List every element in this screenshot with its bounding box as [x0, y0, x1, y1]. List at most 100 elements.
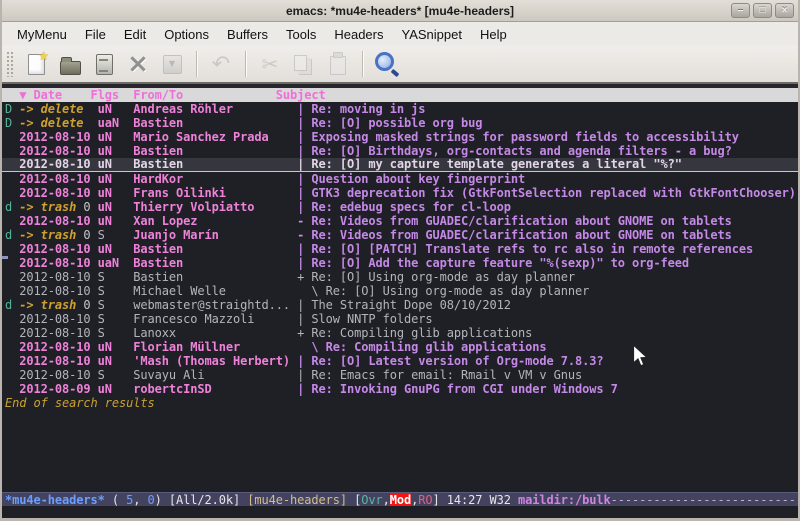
row-text: | Re: [O] Latest version of Org-mode 7.8…: [297, 354, 603, 368]
message-row[interactable]: 2012-08-10 uN Mario Sanchez Prada | Expo…: [2, 130, 798, 144]
toolbar: [2, 46, 798, 84]
menu-item-options[interactable]: Options: [155, 24, 218, 45]
mode-line-segment: Ovr: [361, 493, 382, 506]
message-row[interactable]: 2012-08-09 uN robertcInSD | Re: Invoking…: [2, 382, 798, 396]
window-title: emacs: *mu4e-headers* [mu4e-headers]: [286, 4, 514, 18]
row-text: 2012-08-10 S Lanoxx + Re: Compiling glib…: [5, 326, 532, 340]
save-icon: [157, 49, 187, 79]
row-text: d: [5, 228, 19, 242]
row-text: | Re: edebug specs for cl-loop: [297, 200, 511, 214]
mode-line[interactable]: *mu4e-headers* ( 5, 0) [All/2.0k] [mu4e-…: [2, 492, 798, 506]
row-text: Bastien: [133, 144, 297, 158]
message-row[interactable]: 2012-08-10 uN Frans Oilinki | GTK3 depre…: [2, 186, 798, 200]
row-text: 2012-08-09 uN: [5, 382, 133, 396]
row-text: | Re: [O] possible org bug: [297, 116, 482, 130]
message-row[interactable]: d -> trash 0 S webmaster@straightd... | …: [2, 298, 798, 312]
row-text: - Re: Videos from GUADEC/clarification a…: [297, 214, 732, 228]
open-folder-icon[interactable]: [55, 49, 85, 79]
message-row[interactable]: 2012-08-10 uN Florian Müllner \ Re: Comp…: [2, 340, 798, 354]
message-row[interactable]: 2012-08-10 S Francesco Mazzoli | Slow NN…: [2, 312, 798, 326]
message-list: D -> delete uN Andreas Röhler | Re: movi…: [2, 102, 798, 396]
empty-buffer-space: [2, 410, 798, 492]
menu-item-headers[interactable]: Headers: [325, 24, 392, 45]
mode-line-segment: ) [All/2.0k]: [155, 493, 248, 506]
fringe-cursor-indicator: [2, 256, 8, 259]
copy-icon: [289, 49, 319, 79]
menu-item-file[interactable]: File: [76, 24, 115, 45]
row-text: 2012-08-10 uN: [5, 186, 133, 200]
mode-line-segment: [: [347, 493, 361, 506]
row-text: d: [5, 298, 19, 312]
menu-bar: MyMenuFileEditOptionsBuffersToolsHeaders…: [2, 22, 798, 46]
row-text: | GTK3 deprecation fix (GtkFontSelection…: [297, 186, 796, 200]
row-text: 2012-08-10 S Francesco Mazzoli | Slow NN…: [5, 312, 432, 326]
title-bar[interactable]: emacs: *mu4e-headers* [mu4e-headers] –□×: [2, 0, 798, 22]
mode-line-segment: [mu4e-headers]: [247, 493, 347, 506]
row-text: 0: [83, 200, 90, 214]
row-text: d: [5, 200, 19, 214]
message-row[interactable]: D -> delete uN Andreas Röhler | Re: movi…: [2, 102, 798, 116]
row-text: Juanjo Marín: [133, 228, 297, 242]
row-text: | Re: Invoking GnuPG from CGI under Wind…: [297, 382, 618, 396]
row-text: 2012-08-10 uN: [5, 354, 133, 368]
menu-item-yasnippet[interactable]: YASnippet: [392, 24, 470, 45]
new-file-icon[interactable]: [21, 49, 51, 79]
cut-icon: [255, 49, 285, 79]
menu-item-tools[interactable]: Tools: [277, 24, 325, 45]
row-text: | Re: [O] Add the capture feature "%(sex…: [297, 256, 689, 270]
toolbar-separator: [362, 51, 363, 77]
mode-line-segment: Mod: [390, 493, 411, 506]
row-text: 2012-08-10 uN: [5, 130, 133, 144]
message-row[interactable]: 2012-08-10 S Lanoxx + Re: Compiling glib…: [2, 326, 798, 340]
row-text: 2012-08-10 uN: [5, 144, 133, 158]
row-text: Xan Lopez: [133, 214, 297, 228]
mode-line-segment: maildir:/bulk: [518, 493, 611, 506]
mode-line-segment: ] 14:27 W32: [433, 493, 519, 506]
row-text: 2012-08-10 uaN: [5, 256, 133, 270]
row-text: -> trash: [19, 228, 83, 242]
toolbar-grip-handle[interactable]: [6, 51, 15, 77]
message-row[interactable]: 2012-08-10 uN Bastien | Re: [O] Birthday…: [2, 144, 798, 158]
menu-item-help[interactable]: Help: [471, 24, 516, 45]
file-cabinet-icon[interactable]: [89, 49, 119, 79]
row-text: | Re: [O] [PATCH] Translate refs to rc a…: [297, 242, 753, 256]
close-buffer-icon[interactable]: [123, 49, 153, 79]
toolbar-separator: [196, 51, 197, 77]
minimize-button[interactable]: –: [731, 3, 750, 18]
row-text: S webmaster@straightd... | The Straight …: [91, 298, 511, 312]
message-row-current[interactable]: 2012-08-10 uN Bastien | Re: [O] my captu…: [2, 158, 798, 172]
message-row[interactable]: d -> trash 0 uN Thierry Volpiatto | Re: …: [2, 200, 798, 214]
undo-icon: [206, 49, 236, 79]
message-row[interactable]: D -> delete uaN Bastien | Re: [O] possib…: [2, 116, 798, 130]
message-row[interactable]: 2012-08-10 S Michael Welle \ Re: [O] Usi…: [2, 284, 798, 298]
row-text: -> trash: [19, 200, 83, 214]
message-row[interactable]: 2012-08-10 uN HardKor | Question about k…: [2, 172, 798, 186]
message-row[interactable]: d -> trash 0 S Juanjo Marín - Re: Videos…: [2, 228, 798, 242]
menu-item-edit[interactable]: Edit: [115, 24, 155, 45]
message-row[interactable]: 2012-08-10 uaN Bastien | Re: [O] Add the…: [2, 256, 798, 270]
menu-item-mymenu[interactable]: MyMenu: [8, 24, 76, 45]
row-text: \ Re: Compiling glib applications: [297, 340, 546, 354]
row-text: Andreas Röhler: [133, 102, 297, 116]
close-button[interactable]: ×: [775, 3, 794, 18]
row-text: D: [5, 116, 19, 130]
row-text: 2012-08-10 S Suvayu Ali | Re: Emacs for …: [5, 368, 582, 382]
row-text: -> delete: [19, 116, 90, 130]
message-row[interactable]: 2012-08-10 S Bastien + Re: [O] Using org…: [2, 270, 798, 284]
message-row[interactable]: 2012-08-10 uN 'Mash (Thomas Herbert) | R…: [2, 354, 798, 368]
message-row[interactable]: 2012-08-10 uN Xan Lopez - Re: Videos fro…: [2, 214, 798, 228]
message-row[interactable]: 2012-08-10 uN Bastien | Re: [O] [PATCH] …: [2, 242, 798, 256]
mode-line-segment: (: [105, 493, 126, 506]
row-text: Florian Müllner: [133, 340, 297, 354]
row-text: 0: [83, 298, 90, 312]
menu-item-buffers[interactable]: Buffers: [218, 24, 277, 45]
maximize-button[interactable]: □: [753, 3, 772, 18]
row-text: | Exposing masked strings for password f…: [297, 130, 739, 144]
column-header-line[interactable]: ▼ Date Flgs From/To Subject: [2, 88, 798, 102]
toolbar-separator: [245, 51, 246, 77]
message-row[interactable]: 2012-08-10 S Suvayu Ali | Re: Emacs for …: [2, 368, 798, 382]
echo-area[interactable]: [2, 506, 798, 518]
window-controls: –□×: [731, 3, 794, 18]
row-text: uN: [91, 102, 134, 116]
search-icon[interactable]: [372, 49, 402, 79]
